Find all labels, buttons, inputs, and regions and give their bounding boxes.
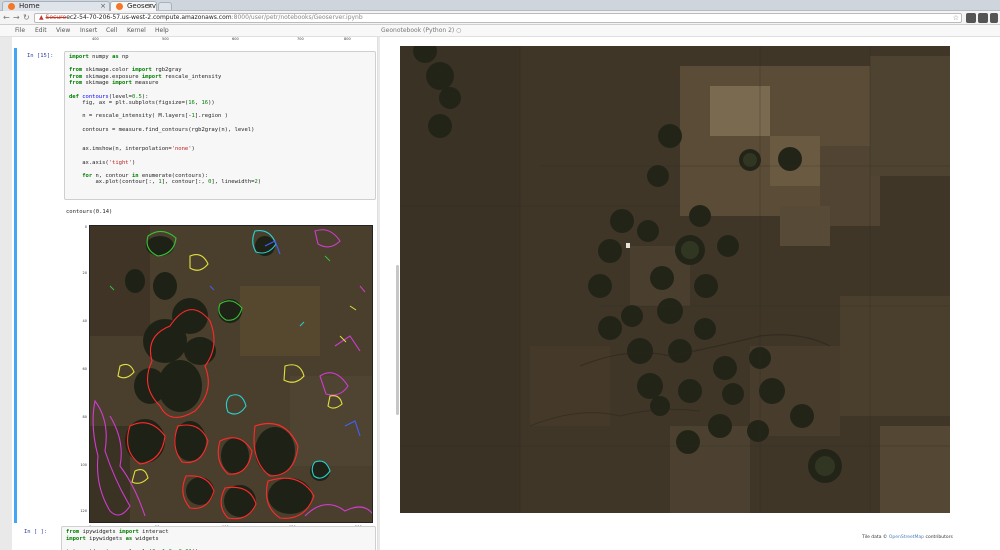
- cell-prompt: In [15]:: [27, 53, 54, 59]
- y-tick-label: 20: [82, 271, 87, 275]
- tick-label: 500: [162, 37, 169, 41]
- url-path: :8000/user/petr/notebooks/Geoserver.ipyn…: [231, 14, 363, 21]
- menu-insert[interactable]: Insert: [80, 25, 97, 37]
- menu-kernel[interactable]: Kernel: [127, 25, 146, 37]
- jupyter-favicon-icon: [116, 3, 123, 10]
- notebook-scrollbar[interactable]: [396, 265, 399, 415]
- code-text[interactable]: import numpy as np from skimage.color im…: [65, 52, 375, 188]
- contour-image: [90, 226, 372, 522]
- forward-icon[interactable]: →: [13, 12, 20, 23]
- y-tick-label: 40: [82, 319, 87, 323]
- close-icon[interactable]: ×: [100, 2, 106, 11]
- cell-prompt: In [ ]:: [24, 529, 48, 535]
- url-input[interactable]: ▲ Secureec2-54-70-206-57.us-west-2.compu…: [34, 13, 962, 23]
- tick-label: 800: [344, 37, 351, 41]
- back-icon[interactable]: ←: [3, 12, 10, 23]
- code-editor[interactable]: from ipywidgets import interact import i…: [61, 526, 376, 550]
- tick-label: 600: [232, 37, 239, 41]
- openstreetmap-link[interactable]: OpenStreetMap: [889, 535, 924, 540]
- menu-cell[interactable]: Cell: [106, 25, 117, 37]
- plot-axes: [89, 225, 373, 523]
- kernel-indicator: Geonotebook (Python 2) ○: [381, 27, 462, 34]
- notebook-menubar: File Edit View Insert Cell Kernel Help G…: [0, 25, 1000, 37]
- y-tick-label: 60: [82, 367, 87, 371]
- previous-output-axis: 400 500 600 700 800: [72, 37, 372, 43]
- contour-plot: 0 20 40 60 80 100 120: [77, 223, 377, 533]
- extension-icon[interactable]: [978, 13, 988, 23]
- menu-icon[interactable]: [990, 13, 998, 23]
- y-tick-label: 100: [80, 463, 87, 467]
- browser-tab-strip: Home × Geoserver ×: [0, 0, 1000, 11]
- menu-help[interactable]: Help: [155, 25, 169, 37]
- new-tab-button[interactable]: [158, 2, 172, 10]
- geo-map[interactable]: [400, 46, 950, 513]
- close-icon[interactable]: ×: [147, 2, 153, 11]
- y-tick-label: 0: [84, 225, 87, 229]
- output-call-text: contours(0.14): [66, 209, 113, 215]
- menu-file[interactable]: File: [15, 25, 25, 37]
- code-cell-selected[interactable]: In [15]: import numpy as np from skimage…: [14, 48, 377, 529]
- warning-icon: ▲: [39, 14, 44, 21]
- extension-icon[interactable]: [966, 13, 976, 23]
- tab-home[interactable]: Home ×: [2, 1, 110, 11]
- code-text[interactable]: from ipywidgets import interact import i…: [62, 527, 375, 550]
- tab-home-label: Home: [19, 2, 40, 10]
- attribution-prefix: Tile data ©: [862, 535, 888, 540]
- code-cell[interactable]: In [ ]: from ipywidgets import interact …: [14, 526, 377, 550]
- tab-geoserver[interactable]: Geoserver ×: [110, 1, 157, 11]
- security-label: Secure: [45, 14, 67, 21]
- notebook-panel[interactable]: 400 500 600 700 800 In [15]: import nump…: [12, 37, 378, 550]
- reload-icon[interactable]: ↻: [23, 12, 30, 23]
- y-tick-label: 80: [82, 415, 87, 419]
- menu-view[interactable]: View: [56, 25, 70, 37]
- address-bar: ← → ↻ ▲ Secureec2-54-70-206-57.us-west-2…: [0, 11, 1000, 25]
- tick-label: 700: [297, 37, 304, 41]
- y-tick-label: 120: [80, 509, 87, 513]
- satellite-imagery: [400, 46, 950, 513]
- menu-edit[interactable]: Edit: [35, 25, 47, 37]
- bookmark-star-icon[interactable]: ☆: [953, 14, 959, 22]
- url-host: ec2-54-70-206-57.us-west-2.compute.amazo…: [66, 14, 232, 21]
- tick-label: 400: [92, 37, 99, 41]
- map-attribution: Tile data © OpenStreetMap contributors: [862, 535, 953, 540]
- attribution-suffix: contributors: [925, 535, 953, 540]
- code-editor[interactable]: import numpy as np from skimage.color im…: [64, 51, 376, 200]
- jupyter-favicon-icon: [8, 3, 15, 10]
